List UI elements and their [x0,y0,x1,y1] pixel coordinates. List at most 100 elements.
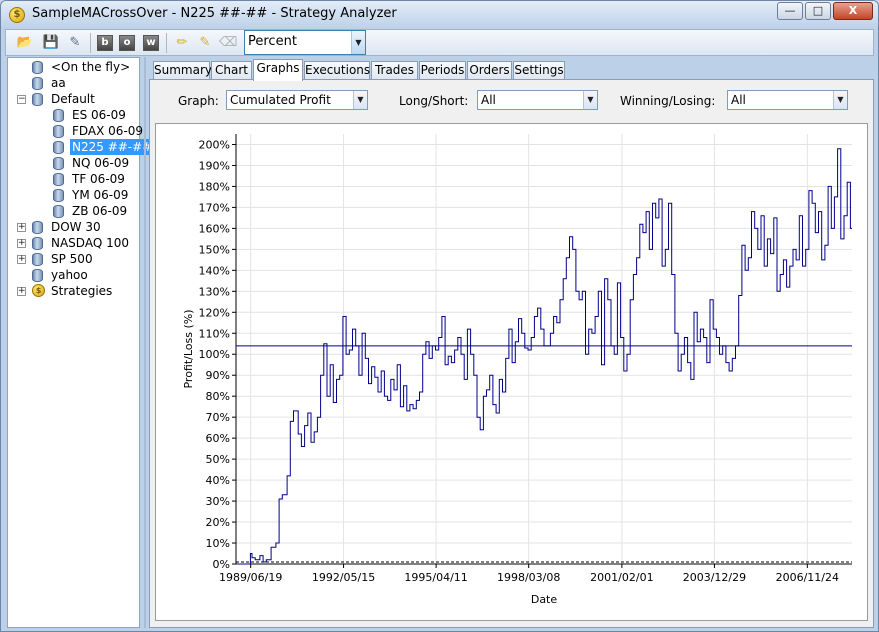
tree-item-label: SP 500 [51,252,93,266]
tree-item[interactable]: aa [8,75,139,91]
database-icon [53,109,64,122]
y-tick-label: 70% [206,411,230,424]
w-icon[interactable]: w [143,35,159,51]
y-tick-label: 190% [199,159,230,172]
open-folder-icon[interactable]: 📂 [16,34,34,51]
tree-item[interactable]: ES 06-09 [8,107,139,123]
tree-item-label: DOW 30 [51,220,101,234]
properties-icon[interactable]: ✎ [66,34,84,51]
toolbar: 📂 💾 ✎ b o w ✏ ✎ ⌫ Percent ▼ [5,29,874,56]
tree-item[interactable]: <On the fly> [8,59,139,75]
splitter[interactable] [144,57,146,628]
chevron-down-icon[interactable]: ▼ [353,91,367,109]
chevron-down-icon[interactable]: ▼ [351,31,365,54]
eraser-icon[interactable]: ⌫ [219,34,237,51]
database-icon [53,189,64,202]
winning-losing-dropdown[interactable]: All ▼ [727,90,848,110]
graph-dropdown[interactable]: Cumulated Profit ▼ [226,90,368,110]
tree-item[interactable]: + DOW 30 [8,219,139,235]
tree-item[interactable]: + NASDAQ 100 [8,235,139,251]
window-title: SampleMACrossOver - N225 ##-## - Strateg… [32,6,397,21]
tree-item-label: N225 ##-## [70,139,155,155]
tree-item-label: Default [51,92,95,106]
pencil-icon[interactable]: ✏ [173,34,191,51]
chevron-down-icon[interactable]: ▼ [583,91,597,109]
database-icon [32,237,43,250]
coin-icon: $ [32,284,45,297]
toolbar-separator [166,33,167,53]
tab-summary[interactable]: Summary [153,61,212,80]
y-tick-label: 130% [199,285,230,298]
tree-item-label: ZB 06-09 [72,204,128,218]
tree-item[interactable]: N225 ##-## [8,139,155,155]
tab-executions[interactable]: Executions [304,61,370,80]
tree-item-label: YM 06-09 [72,188,129,202]
cumulated-profit-chart: 0% 10% 20% 30% 40% 50% 60% 70% 80% 90% 100% 110% 120… [182,134,852,606]
y-tick-label: 10% [206,537,230,550]
y-tick-label: 120% [199,306,230,319]
long-short-label: Long/Short: [399,94,469,108]
y-tick-label: 60% [206,432,230,445]
tab-orders[interactable]: Orders [467,61,512,80]
tree-item-label: FDAX 06-09 [72,124,144,138]
expand-icon[interactable]: + [17,255,26,264]
cumulated-profit-series [236,148,852,565]
graph-label: Graph: [178,94,219,108]
y-tick-label: 140% [199,264,230,277]
tree-item[interactable]: − Default [8,91,139,107]
tab-graphs[interactable]: Graphs [253,59,303,81]
tree-item[interactable]: NQ 06-09 [8,155,139,171]
tab-settings[interactable]: Settings [513,61,565,80]
y-tick-label: 30% [206,495,230,508]
x-tick-label: 2003/12/29 [683,571,746,584]
long-short-dropdown[interactable]: All ▼ [477,90,598,110]
y-tick-label: 0% [213,558,230,571]
tree-item-label: <On the fly> [51,60,131,74]
winning-losing-label: Winning/Losing: [620,94,716,108]
chevron-down-icon[interactable]: ▼ [833,91,847,109]
o-icon[interactable]: o [119,35,135,51]
tree-item-label: NASDAQ 100 [51,236,129,250]
y-tick-label: 160% [199,222,230,235]
close-button[interactable]: X [833,2,873,20]
chart-area: 0% 10% 20% 30% 40% 50% 60% 70% 80% 90% 100% 110% 120… [155,123,868,621]
tree-item[interactable]: + SP 500 [8,251,139,267]
y-tick-label: 100% [199,348,230,361]
tab-trades[interactable]: Trades [371,61,418,80]
b-icon[interactable]: b [97,35,113,51]
title-bar[interactable]: $ SampleMACrossOver - N225 ##-## - Strat… [1,1,878,29]
expand-icon[interactable]: + [17,223,26,232]
maximize-button[interactable]: □ [805,2,831,20]
expand-icon[interactable]: + [17,239,26,248]
y-tick-label: 150% [199,243,230,256]
tree-item[interactable]: + $ Strategies [8,283,139,299]
database-icon [53,125,64,138]
instrument-tree: <On the fly> aa − Default ES 06-09 FDAX 06-09… [7,57,155,628]
minimize-button[interactable]: — [777,2,803,20]
collapse-icon[interactable]: − [17,95,26,104]
graphs-panel: Graph: Cumulated Profit ▼ Long/Short: Al… [149,79,874,628]
database-icon [32,269,43,282]
y-tick-label: 40% [206,474,230,487]
database-icon [53,157,64,170]
display-mode-value: Percent [248,34,297,49]
x-axis-label: Date [531,593,558,606]
expand-icon[interactable]: + [17,287,26,296]
display-mode-dropdown[interactable]: Percent ▼ [244,30,366,55]
y-tick-label: 50% [206,453,230,466]
x-tick-label: 1989/06/19 [219,571,282,584]
tree-item[interactable]: ZB 06-09 [8,203,139,219]
database-icon [53,141,64,154]
tab-periods[interactable]: Periods [419,61,466,80]
tree-item[interactable]: yahoo [8,267,139,283]
tab-chart[interactable]: Chart [211,61,252,80]
pencil-note-icon[interactable]: ✎ [196,34,214,51]
tree-item[interactable]: FDAX 06-09 [8,123,143,139]
tree-item[interactable]: YM 06-09 [8,187,139,203]
tree-item[interactable]: TF 06-09 [8,171,139,187]
x-tick-label: 1995/04/11 [404,571,467,584]
y-tick-label: 200% [199,138,230,151]
y-tick-label: 80% [206,390,230,403]
tree-item-label: yahoo [51,268,88,282]
save-icon[interactable]: 💾 [42,34,60,51]
